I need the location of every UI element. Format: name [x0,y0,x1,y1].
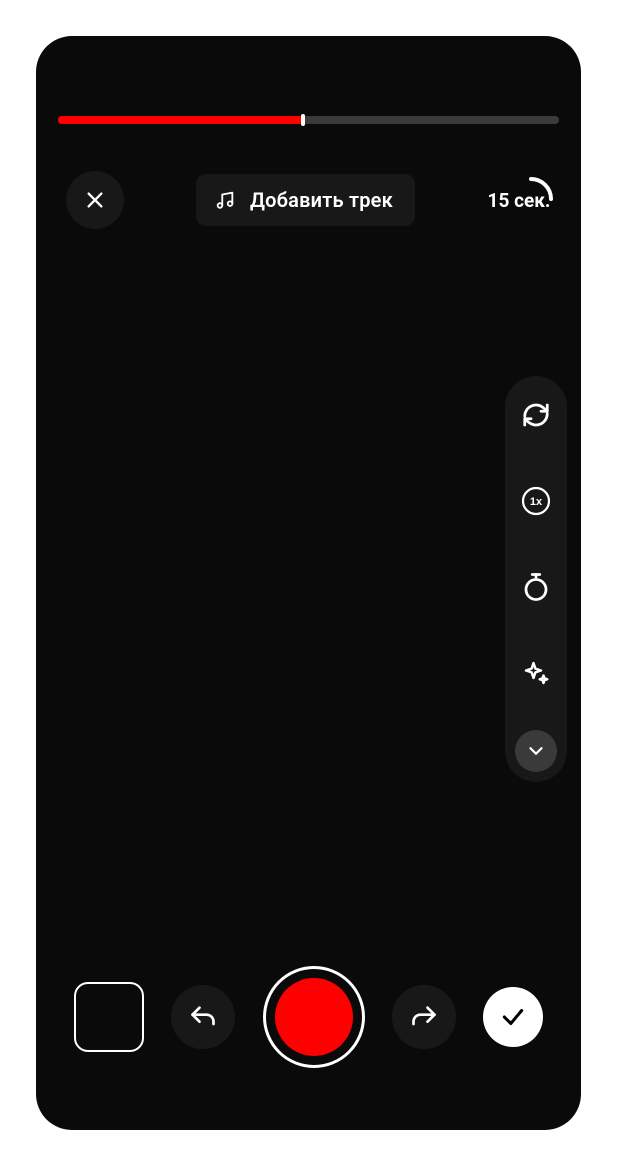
confirm-button[interactable] [483,987,543,1047]
progress-marker [301,114,305,126]
top-center: Добавить трек [124,174,487,226]
svg-text:1x: 1x [530,496,543,508]
redo-icon [410,1003,438,1031]
check-icon [500,1004,526,1030]
side-toolbar: 1x [505,376,567,782]
undo-icon [189,1003,217,1031]
timer-icon [521,572,551,602]
add-track-button[interactable]: Добавить трек [196,174,415,226]
record-indicator [275,978,353,1056]
bottom-controls [74,969,543,1065]
effects-button[interactable] [517,654,555,692]
duration-button[interactable]: 15 сек. [487,171,551,229]
speed-button[interactable]: 1x [517,482,555,520]
progress-track[interactable] [58,116,559,124]
stop-button[interactable] [74,982,144,1052]
close-icon [84,189,106,211]
music-icon [214,189,236,211]
expand-toolbar-button[interactable] [515,730,557,772]
top-controls: Добавить трек 15 сек. [66,171,551,229]
close-button[interactable] [66,171,124,229]
speed-icon: 1x [521,486,551,516]
redo-button[interactable] [392,985,456,1049]
timer-button[interactable] [517,568,555,606]
add-track-label: Добавить трек [250,188,393,212]
switch-camera-button[interactable] [517,396,555,434]
record-button[interactable] [263,966,365,1068]
chevron-down-icon [525,740,547,762]
progress-fill [58,116,303,124]
undo-button[interactable] [171,985,235,1049]
sparkle-icon [521,658,551,688]
switch-camera-icon [521,400,551,430]
camera-screen: Добавить трек 15 сек. 1x [36,36,581,1130]
duration-label: 15 сек. [488,189,551,212]
